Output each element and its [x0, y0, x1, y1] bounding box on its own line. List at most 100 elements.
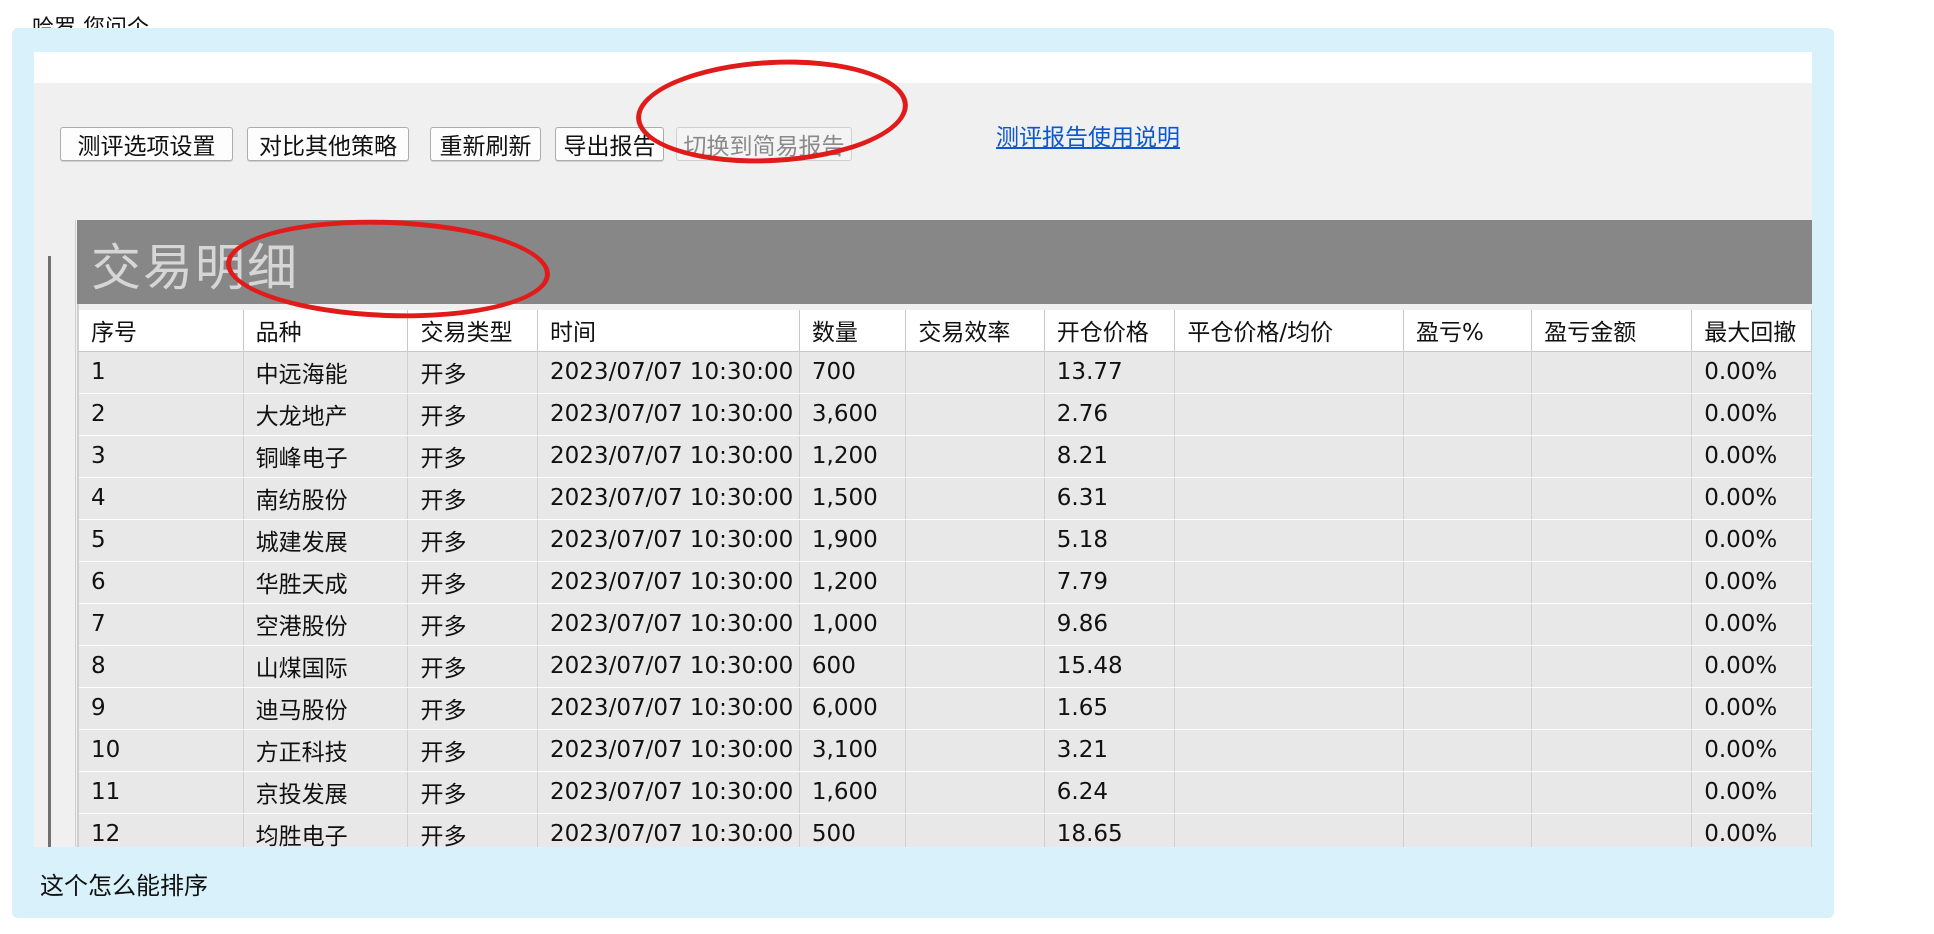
table-row[interactable]: 10 方正科技 开多 2023/07/07 10:30:00 3,100 3.21 0.00…: [79, 729, 1812, 772]
table-cell: 城建发展: [243, 519, 409, 562]
panel-top-strip: [34, 52, 1812, 83]
table-cell: 2023/07/07 10:30:00: [537, 771, 800, 814]
table-cell: 9: [79, 687, 244, 730]
table-cell: 华胜天成: [243, 561, 409, 604]
compare-strategies-button[interactable]: 对比其他策略: [247, 127, 409, 161]
table-cell: [1531, 729, 1693, 772]
table-cell: 京投发展: [243, 771, 409, 814]
table-cell: [1531, 603, 1693, 646]
table-cell: 1,900: [799, 519, 907, 562]
column-header[interactable]: 交易类型: [407, 304, 539, 352]
table-cell: [1403, 477, 1533, 520]
export-report-button[interactable]: 导出报告: [555, 127, 664, 161]
table-cell: 开多: [407, 729, 539, 772]
table-cell: 0.00%: [1691, 561, 1812, 604]
table-cell: [1403, 519, 1533, 562]
table-cell: 1,000: [799, 603, 907, 646]
table-cell: [1531, 435, 1693, 478]
table-cell: [905, 393, 1045, 436]
table-cell: [1174, 603, 1405, 646]
table-cell: [1174, 813, 1405, 847]
table-cell: 0.00%: [1691, 645, 1812, 688]
table-header-row: 序号 品种 交易类型 时间 数量 交易效率 开仓价格 平仓价格/均价 盈亏% 盈亏金额 最大回撤: [79, 304, 1812, 352]
table-cell: 1.65: [1044, 687, 1176, 730]
table-cell: 方正科技: [243, 729, 409, 772]
table-cell: 3.21: [1044, 729, 1176, 772]
table-row[interactable]: 7 空港股份 开多 2023/07/07 10:30:00 1,000 9.86 0.00%: [79, 603, 1812, 646]
table-cell: 1,600: [799, 771, 907, 814]
refresh-button[interactable]: 重新刷新: [430, 127, 541, 161]
table-cell: [1531, 351, 1693, 394]
table-row[interactable]: 1 中远海能 开多 2023/07/07 10:30:00 700 13.77 0.00%: [79, 351, 1812, 394]
table-row[interactable]: 9 迪马股份 开多 2023/07/07 10:30:00 6,000 1.65 0.00%: [79, 687, 1812, 730]
table-cell: [1174, 519, 1405, 562]
table-cell: [1531, 771, 1693, 814]
switch-simple-report-button[interactable]: 切换到简易报告: [676, 127, 852, 161]
table-cell: 2023/07/07 10:30:00: [537, 813, 800, 847]
table-row[interactable]: 2 大龙地产 开多 2023/07/07 10:30:00 3,600 2.76 0.00%: [79, 393, 1812, 436]
column-header[interactable]: 数量: [799, 304, 907, 352]
table-cell: 开多: [407, 351, 539, 394]
table-row[interactable]: 5 城建发展 开多 2023/07/07 10:30:00 1,900 5.18 0.00%: [79, 519, 1812, 562]
table-cell: 6.24: [1044, 771, 1176, 814]
column-header[interactable]: 盈亏%: [1403, 304, 1533, 352]
trade-table-container: 序号 品种 交易类型 时间 数量 交易效率 开仓价格 平仓价格/均价 盈亏% 盈亏金额 最大回撤 1…: [77, 304, 1812, 847]
evaluation-options-button[interactable]: 测评选项设置: [60, 127, 233, 161]
left-scroll-line: [48, 256, 51, 847]
table-cell: 2.76: [1044, 393, 1176, 436]
table-cell: 大龙地产: [243, 393, 409, 436]
table-cell: [905, 435, 1045, 478]
table-row[interactable]: 12 均胜电子 开多 2023/07/07 10:30:00 500 18.65 0.00%: [79, 813, 1812, 847]
column-header[interactable]: 平仓价格/均价: [1174, 304, 1405, 352]
table-cell: 2023/07/07 10:30:00: [537, 351, 800, 394]
table-cell: 开多: [407, 435, 539, 478]
table-cell: 3,100: [799, 729, 907, 772]
table-cell: 500: [799, 813, 907, 847]
table-cell: 山煤国际: [243, 645, 409, 688]
column-header[interactable]: 交易效率: [905, 304, 1045, 352]
table-cell: 2023/07/07 10:30:00: [537, 603, 800, 646]
table-cell: 0.00%: [1691, 603, 1812, 646]
table-row[interactable]: 6 华胜天成 开多 2023/07/07 10:30:00 1,200 7.79 0.00%: [79, 561, 1812, 604]
table-cell: [1403, 645, 1533, 688]
column-header[interactable]: 最大回撤: [1691, 304, 1812, 352]
table-cell: 6.31: [1044, 477, 1176, 520]
table-cell: 600: [799, 645, 907, 688]
table-cell: 3,600: [799, 393, 907, 436]
table-row[interactable]: 8 山煤国际 开多 2023/07/07 10:30:00 600 15.48 0.00%: [79, 645, 1812, 688]
table-cell: [1531, 687, 1693, 730]
report-help-link[interactable]: 测评报告使用说明: [996, 118, 1180, 152]
table-cell: 12: [79, 813, 244, 847]
table-cell: 开多: [407, 813, 539, 847]
table-cell: 2023/07/07 10:30:00: [537, 477, 800, 520]
table-cell: 开多: [407, 771, 539, 814]
table-cell: [905, 813, 1045, 847]
table-cell: 8: [79, 645, 244, 688]
table-cell: 开多: [407, 645, 539, 688]
table-cell: 6,000: [799, 687, 907, 730]
table-cell: 2023/07/07 10:30:00: [537, 519, 800, 562]
column-header[interactable]: 开仓价格: [1044, 304, 1176, 352]
table-cell: [1403, 561, 1533, 604]
table-cell: 均胜电子: [243, 813, 409, 847]
table-cell: [1531, 393, 1693, 436]
table-cell: 13.77: [1044, 351, 1176, 394]
table-cell: [905, 729, 1045, 772]
column-header[interactable]: 盈亏金额: [1531, 304, 1693, 352]
column-header[interactable]: 时间: [537, 304, 800, 352]
table-row[interactable]: 11 京投发展 开多 2023/07/07 10:30:00 1,600 6.24 0.00…: [79, 771, 1812, 814]
table-cell: [1403, 393, 1533, 436]
table-row[interactable]: 4 南纺股份 开多 2023/07/07 10:30:00 1,500 6.31 0.00%: [79, 477, 1812, 520]
table-cell: 7: [79, 603, 244, 646]
screenshot-panel: 测评选项设置 对比其他策略 重新刷新 导出报告 切换到简易报告 测评报告使用说明…: [34, 52, 1812, 847]
table-cell: 2023/07/07 10:30:00: [537, 435, 800, 478]
table-cell: 开多: [407, 477, 539, 520]
table-cell: 2023/07/07 10:30:00: [537, 729, 800, 772]
table-cell: [1531, 645, 1693, 688]
column-header[interactable]: 品种: [243, 304, 409, 352]
table-cell: [1174, 771, 1405, 814]
column-header[interactable]: 序号: [79, 304, 244, 352]
table-cell: [905, 519, 1045, 562]
table-row[interactable]: 3 铜峰电子 开多 2023/07/07 10:30:00 1,200 8.21 0.00%: [79, 435, 1812, 478]
table-cell: 1,200: [799, 561, 907, 604]
